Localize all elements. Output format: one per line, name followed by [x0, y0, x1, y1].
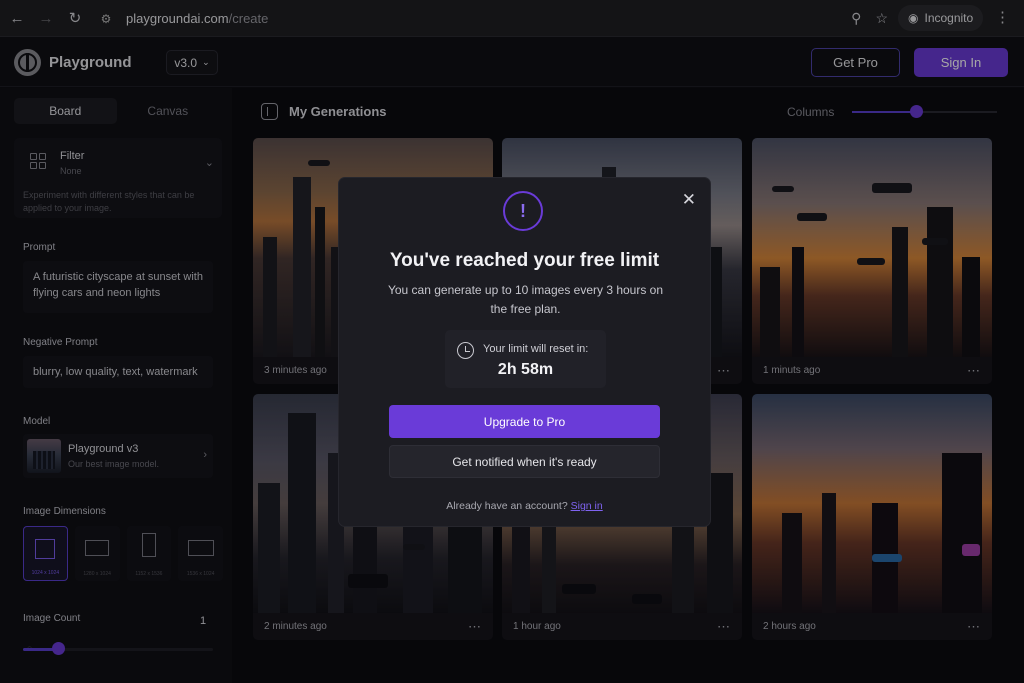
free-limit-dialog: ✕ ! You've reached your free limit You c… — [338, 177, 711, 527]
clock-icon — [457, 342, 474, 359]
reset-time: 2h 58m — [497, 361, 554, 378]
dialog-subtitle: You can generate up to 10 images every 3… — [387, 283, 664, 316]
upgrade-button[interactable]: Upgrade to Pro — [389, 405, 660, 438]
reset-timer-box: Your limit will reset in: 2h 58m — [445, 330, 606, 388]
reset-label: Your limit will reset in: — [483, 343, 589, 355]
dialog-title: You've reached your free limit — [389, 250, 660, 271]
sign-in-link[interactable]: Sign in — [571, 500, 603, 512]
alert-icon: ! — [503, 191, 543, 231]
account-prompt: Already have an account? Sign in — [339, 500, 710, 512]
account-text: Already have an account? — [446, 500, 568, 512]
notify-button[interactable]: Get notified when it's ready — [389, 445, 660, 478]
close-icon[interactable]: ✕ — [682, 190, 696, 210]
